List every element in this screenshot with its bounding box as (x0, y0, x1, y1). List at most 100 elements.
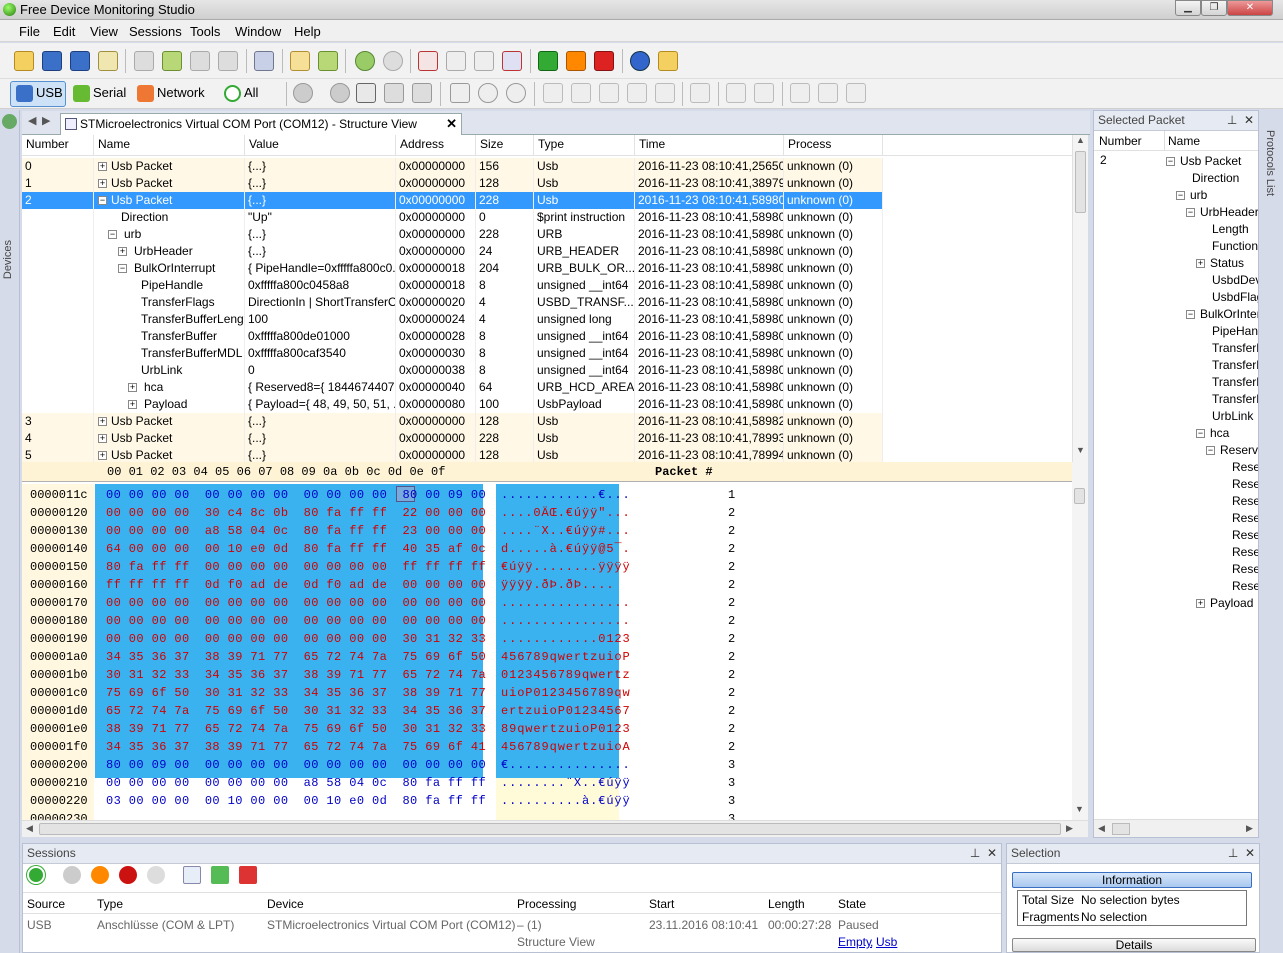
collapse-icon[interactable]: − (1186, 310, 1195, 319)
collapse-icon[interactable]: − (1196, 429, 1205, 438)
hex-line[interactable]: 00000220 03 00 00 00 00 10 00 00 00 10 e0… (22, 792, 1022, 810)
hex-scroll-thumb[interactable] (1074, 488, 1085, 504)
expand-icon[interactable]: + (98, 451, 107, 460)
expand-icon[interactable]: + (1196, 599, 1205, 608)
sp-tree-node[interactable]: UsbdDevi (1194, 272, 1258, 289)
session-processing-view[interactable]: Structure View (517, 935, 595, 949)
information-tab[interactable]: Information (1012, 872, 1252, 888)
menu-window[interactable]: Window (235, 24, 281, 39)
menu-tools[interactable]: Tools (190, 24, 220, 39)
hex-line[interactable]: 00000190 00 00 00 00 00 00 00 00 00 00 00… (22, 630, 1022, 648)
menu-help[interactable]: Help (294, 24, 321, 39)
collapse-icon[interactable]: − (108, 230, 117, 239)
session-paste-icon[interactable] (474, 51, 494, 71)
menu-view[interactable]: View (90, 24, 118, 39)
col-type[interactable]: Type (534, 135, 635, 156)
save-icon[interactable] (42, 51, 62, 71)
maximize-button[interactable]: ❐ (1201, 0, 1227, 16)
close-session-icon[interactable] (147, 866, 165, 884)
collapse-icon[interactable]: − (98, 196, 107, 205)
network-graph-icon[interactable] (690, 83, 710, 103)
import-3-icon[interactable] (846, 83, 866, 103)
scroll-down-icon[interactable]: ▼ (1076, 445, 1085, 455)
hex-line[interactable]: 00000160 ff ff ff ff 0d f0 ad de 0d f0 ad… (22, 576, 1022, 594)
sp-tree-node[interactable]: Reser (1214, 527, 1258, 544)
grid-scroll-thumb[interactable] (1075, 151, 1086, 213)
import-2-icon[interactable] (818, 83, 838, 103)
pause-icon[interactable] (566, 51, 586, 71)
start-session-icon[interactable] (27, 866, 45, 884)
select-5-icon[interactable] (655, 83, 675, 103)
sp-tree-node[interactable]: TransferBu (1194, 391, 1258, 408)
new-session-icon[interactable] (418, 51, 438, 71)
grid-row[interactable]: TransferFlags DirectionIn | ShortTransfer… (22, 294, 883, 311)
details-tab[interactable]: Details (1012, 938, 1256, 952)
cut-icon[interactable] (134, 51, 154, 71)
sp-scroll-thumb[interactable] (1112, 823, 1130, 835)
menu-file[interactable]: File (19, 24, 40, 39)
grid-row[interactable]: 0 + Usb Packet {...} 0x00000000 156 Usb 2016-11… (22, 158, 883, 175)
import-icon[interactable] (790, 83, 810, 103)
devices-strip[interactable]: Devices (0, 110, 20, 953)
col-address[interactable]: Address (396, 135, 476, 156)
resume-session-icon[interactable] (63, 866, 81, 884)
hex-line[interactable]: 00000140 64 00 00 00 00 10 e0 0d 80 fa ff… (22, 540, 1022, 558)
tools-icon[interactable] (293, 83, 313, 103)
grid-row[interactable]: 2− Usb Packet {...} 0x00000000 228 Usb 2016-11… (22, 192, 883, 209)
col-name[interactable]: Name (94, 135, 245, 156)
hex-vertical-scrollbar[interactable]: ▼ (1072, 462, 1088, 820)
collapse-icon[interactable]: − (1166, 157, 1175, 166)
connect-icon[interactable] (355, 51, 375, 71)
usb-link[interactable]: Usb (876, 935, 897, 949)
forward-icon[interactable] (506, 83, 526, 103)
scroll-right-icon[interactable]: ▶ (1066, 823, 1073, 834)
grid-row[interactable]: 1 + Usb Packet {...} 0x00000000 128 Usb 2016-11… (22, 175, 883, 192)
sp-scroll-left-icon[interactable]: ◀ (1098, 823, 1105, 834)
menu-sessions[interactable]: Sessions (129, 24, 182, 39)
hex-line[interactable]: 000001e0 38 39 71 77 65 72 74 7a 75 69 6f… (22, 720, 1022, 738)
grid-row[interactable]: Direction "Up" 0x00000000 0 $print instructi… (22, 209, 883, 226)
hex-line[interactable]: 000001c0 75 69 6f 50 30 31 32 33 34 35 36… (22, 684, 1022, 702)
sp-tree-node[interactable]: − urb (1174, 187, 1258, 204)
sessions-col-processing[interactable]: Processing (517, 897, 576, 911)
sp-tree-node[interactable]: −Reserve (1204, 442, 1258, 459)
sp-tree-node[interactable]: −BulkOrInterr (1184, 306, 1258, 323)
sp-tree-node[interactable]: UsbdFlags (1194, 289, 1258, 306)
hex-line[interactable]: 00000230 3 (22, 810, 1022, 820)
sp-tree-node[interactable]: TransferFl (1194, 340, 1258, 357)
stop-icon[interactable] (594, 51, 614, 71)
sp-scroll-right-icon[interactable]: ▶ (1246, 823, 1253, 834)
grid-row[interactable]: TransferBufferLength 100 0x00000024 4 unsign… (22, 311, 883, 328)
collapse-icon[interactable]: − (1206, 446, 1215, 455)
paste-icon[interactable] (190, 51, 210, 71)
hex-line[interactable]: 00000180 00 00 00 00 00 00 00 00 00 00 00… (22, 612, 1022, 630)
hex-line[interactable]: 00000150 80 fa ff ff 00 00 00 00 00 00 00… (22, 558, 1022, 576)
sessions-pin-icon[interactable]: ⊥ (970, 846, 980, 860)
play-icon[interactable] (538, 51, 558, 71)
collapse-icon[interactable]: − (118, 264, 127, 273)
tab-prev-icon[interactable]: ◀ (28, 114, 36, 127)
select-2-icon[interactable] (571, 83, 591, 103)
expand-icon[interactable]: + (128, 400, 137, 409)
col-number[interactable]: Number (22, 135, 94, 156)
find-icon[interactable] (290, 51, 310, 71)
sessions-close-icon[interactable]: ✕ (987, 846, 997, 860)
grid-row[interactable]: PipeHandle 0xfffffa800c0458a8 0x00000018 8 u… (22, 277, 883, 294)
paste-special-icon[interactable] (218, 51, 238, 71)
hex-line[interactable]: 00000200 80 00 09 00 00 00 00 00 00 00 00… (22, 756, 1022, 774)
tab-next-icon[interactable]: ▶ (42, 114, 50, 127)
back-icon[interactable] (478, 83, 498, 103)
copy-icon[interactable] (162, 51, 182, 71)
sessions-col-device[interactable]: Device (267, 897, 304, 911)
sp-tree-node[interactable]: Reser (1214, 476, 1258, 493)
horizontal-scrollbar[interactable]: ◀ ▶ (22, 820, 1088, 837)
hex-line[interactable]: 000001d0 65 72 74 7a 75 69 6f 50 30 31 32… (22, 702, 1022, 720)
horizontal-scroll-thumb[interactable] (39, 823, 1061, 835)
grid-row[interactable]: TransferBuffer 0xfffffa800de01000 0x000000… (22, 328, 883, 345)
grid-row[interactable]: + Payload { Payload={ 48, 49, 50, 51, ... 0… (22, 396, 883, 413)
add-session-icon[interactable] (211, 866, 229, 884)
hex-line[interactable]: 00000130 00 00 00 00 a8 58 04 0c 80 fa ff… (22, 522, 1022, 540)
network-filter-button[interactable]: Network (135, 82, 205, 106)
sp-tree-node[interactable]: Reser (1214, 459, 1258, 476)
sessions-col-start[interactable]: Start (649, 897, 674, 911)
